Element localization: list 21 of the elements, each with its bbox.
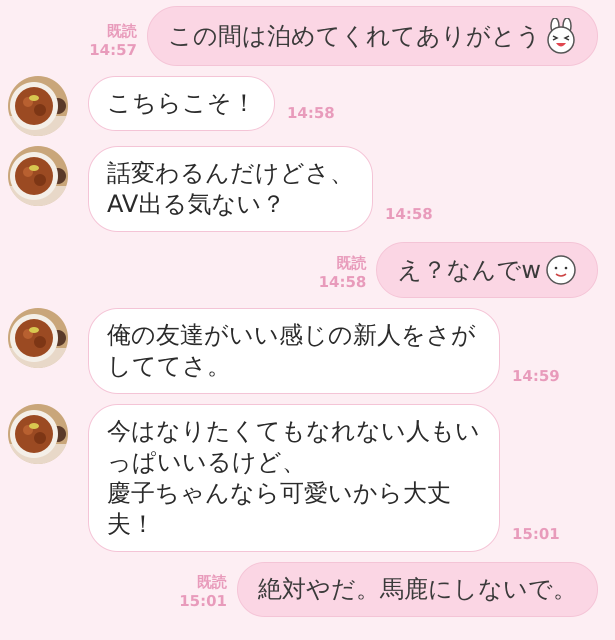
message-text: え？なんでw [397,254,541,286]
bunny-face-icon [545,18,577,54]
read-receipt: 既読 [107,24,137,39]
message-time: 14:58 [287,104,335,122]
read-receipt: 既読 [197,575,227,590]
message-text: 慶子ちゃんなら可愛いから大丈夫！ [107,478,452,540]
message-time: 15:01 [512,525,560,543]
message-text: 俺の友達がいい感じの新人をさがしててさ。 [107,320,477,382]
message-text: 絶対やだ。馬鹿にしないで。 [258,574,577,605]
message-text: AV出る気ない？ [107,189,286,220]
message-time: 14:58 [385,205,433,223]
message-time: 14:57 [89,43,137,58]
message-text: 話変わるんだけどさ、 [107,158,354,189]
message-text: こちらこそ！ [107,88,256,119]
message-time: 14:59 [512,367,560,385]
message-text: 今はなりたくてもなれない人もいっぱいいるけど、 [107,416,481,478]
message-text: この間は泊めてくれてありがとう [168,20,541,52]
face-icon [545,254,577,286]
message-time: 15:01 [179,594,227,609]
read-receipt: 既読 [336,256,366,271]
message-time: 14:58 [318,275,366,290]
